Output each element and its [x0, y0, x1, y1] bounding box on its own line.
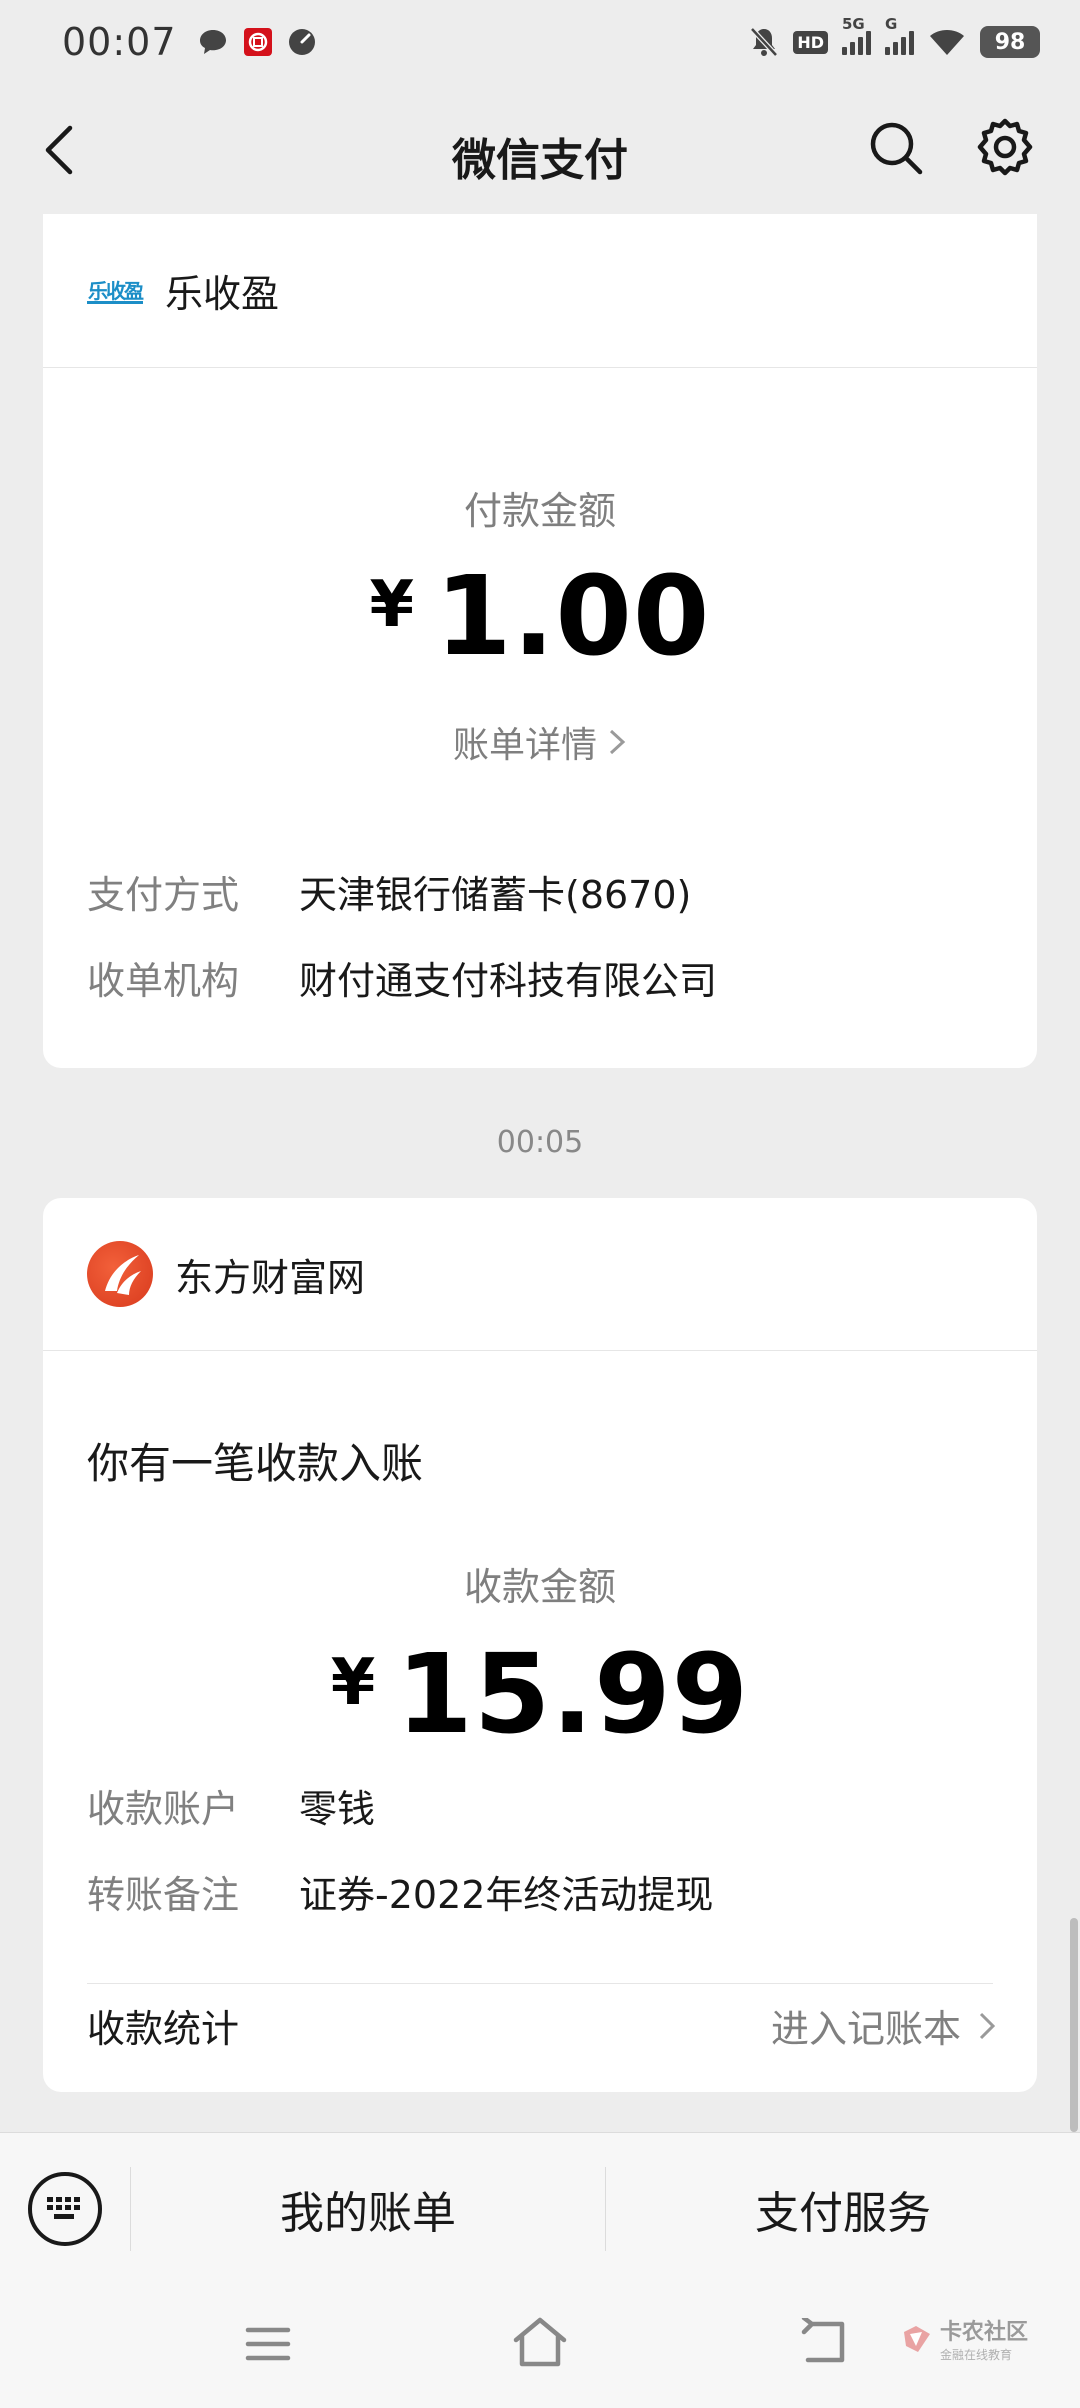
- amount-label: 付款金额: [463, 489, 616, 533]
- open-ledger-label: 进入记账本: [770, 2007, 961, 2051]
- keyboard-icon: [28, 2171, 102, 2246]
- row-key: 转账备注: [87, 1873, 240, 1917]
- battery-indicator: 98: [980, 26, 1040, 58]
- message-timestamp: 00:05: [496, 1125, 584, 1160]
- status-right-icons: HD 5G G 98: [749, 15, 1040, 58]
- my-bills-button[interactable]: 我的账单: [131, 2177, 605, 2241]
- search-icon[interactable]: [866, 118, 926, 178]
- row-key: 收款账户: [87, 1787, 240, 1831]
- home-icon[interactable]: [510, 2314, 570, 2370]
- status-bar: 00:07 HD 5G G 98: [0, 0, 1080, 84]
- row-value: 零钱: [299, 1787, 376, 1831]
- payment-card[interactable]: 乐收盈 乐收盈 付款金额 ¥1.00 账单详情 支付方式 天津银行储蓄卡(867…: [43, 214, 1037, 1068]
- bill-detail-link[interactable]: 账单详情: [43, 716, 1037, 768]
- status-left-icons: [197, 27, 317, 57]
- bank-app-icon: [243, 28, 272, 56]
- amount-value: 1.00: [435, 552, 711, 680]
- hd-icon: HD: [793, 30, 828, 54]
- merchant-name: 乐收盈: [165, 272, 280, 316]
- back-nav-icon[interactable]: [800, 2318, 850, 2366]
- chevron-right-icon: [979, 2012, 996, 2039]
- wifi-icon: [930, 30, 964, 55]
- watermark-logo: 卡农社区 金融在线教育: [900, 2314, 1028, 2363]
- transfer-note-row: 转账备注 证券-2022年终活动提现: [87, 1864, 713, 1919]
- scrollbar[interactable]: [1070, 1918, 1078, 2132]
- chevron-right-icon: [609, 729, 626, 755]
- currency-symbol: ¥: [330, 1646, 377, 1720]
- watermark-main-text: 卡农社区: [940, 2320, 1029, 2345]
- watermark-icon: [904, 2325, 930, 2352]
- row-key: 收单机构: [87, 959, 240, 1003]
- watermark-sub-text: 金融在线教育: [940, 2348, 1013, 2362]
- merchant-logo: 乐收盈: [87, 278, 144, 304]
- merchant-header[interactable]: 乐收盈 乐收盈: [43, 214, 1037, 368]
- open-ledger-link[interactable]: 进入记账本: [771, 1998, 997, 2053]
- divider: [87, 1983, 993, 1984]
- acquirer-row: 收单机构 财付通支付科技有限公司: [87, 950, 717, 1005]
- nav-bar: 微信支付: [0, 84, 1080, 214]
- wechat-pay-screen: 00:07 HD 5G G 98 微信支付 乐收盈 乐收盈 付款金额 ¥ 1.0…: [0, 0, 1080, 2408]
- merchant-name: 东方财富网: [175, 1255, 366, 1300]
- stats-label: 收款统计: [87, 2007, 240, 2051]
- currency-symbol: ¥: [369, 568, 416, 642]
- gauge-icon: [288, 29, 315, 55]
- bill-detail-label: 账单详情: [452, 725, 597, 766]
- payment-amount: ¥1.00: [43, 552, 1037, 680]
- receipt-amount: ¥15.99: [43, 1630, 1037, 1758]
- receipt-card[interactable]: 东方财富网 你有一笔收款入账 收款金额 ¥15.99 收款账户 零钱 转账备注 …: [43, 1198, 1037, 2092]
- system-nav-bar: 卡农社区 金融在线教育: [0, 2284, 1080, 2408]
- menu-icon[interactable]: [244, 2324, 292, 2364]
- pay-services-button[interactable]: 支付服务: [606, 2177, 1080, 2241]
- status-time: 00:07: [62, 20, 177, 64]
- chat-bubble-icon: [199, 30, 226, 54]
- merchant-header[interactable]: 东方财富网: [43, 1198, 1037, 1351]
- row-value: 证券-2022年终活动提现: [299, 1873, 714, 1917]
- amount-label: 收款金额: [463, 1565, 616, 1609]
- receiving-account-row: 收款账户 零钱: [87, 1778, 375, 1833]
- signal-5g-icon: 5G: [842, 15, 871, 55]
- bell-muted-icon: [750, 27, 779, 57]
- bottom-menu-bar: 我的账单 支付服务: [0, 2132, 1080, 2284]
- merchant-logo: [87, 1241, 153, 1307]
- receipt-stats-row[interactable]: 收款统计 进入记账本: [87, 1998, 997, 2053]
- row-value: 财付通支付科技有限公司: [299, 959, 718, 1003]
- row-key: 支付方式: [87, 873, 240, 917]
- signal-g-icon: G: [885, 15, 914, 55]
- receipt-notice: 你有一笔收款入账: [87, 1439, 424, 1488]
- amount-value: 15.99: [396, 1630, 750, 1758]
- row-value: 天津银行储蓄卡(8670): [299, 873, 692, 917]
- swoosh-icon: [105, 1255, 141, 1295]
- gear-icon[interactable]: [974, 116, 1036, 178]
- keyboard-toggle-button[interactable]: [0, 2133, 130, 2285]
- payment-method-row: 支付方式 天津银行储蓄卡(8670): [87, 864, 691, 919]
